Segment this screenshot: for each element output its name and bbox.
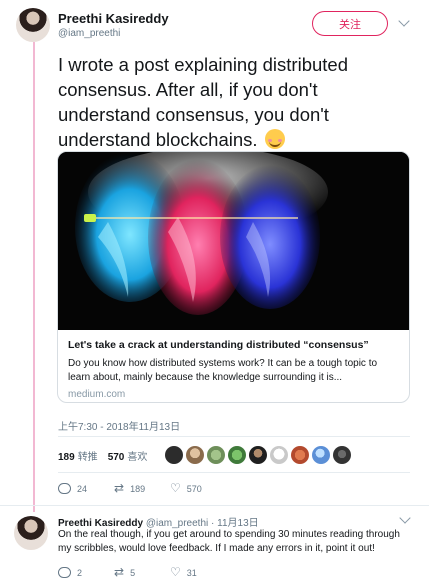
reply-text: On the real though, if you get around to…: [58, 529, 400, 554]
author-handle[interactable]: @iam_preethi: [58, 28, 120, 39]
thread-line: [33, 42, 35, 512]
liker-avatar[interactable]: [333, 446, 352, 464]
reply-action[interactable]: 2: [58, 567, 114, 578]
liker-avatar[interactable]: [228, 446, 247, 464]
tweet-actions: 24 ⇄ 189 ♡ 570: [58, 481, 226, 495]
author-avatar[interactable]: [16, 8, 50, 42]
liker-avatar[interactable]: [249, 446, 268, 464]
reply-icon: [58, 567, 71, 578]
liker-avatar[interactable]: [270, 446, 289, 464]
divider: [0, 505, 429, 506]
reply-count: 24: [77, 483, 88, 494]
liker-avatar[interactable]: [312, 446, 331, 464]
like-count: 570: [186, 483, 202, 494]
follow-button[interactable]: 关注: [312, 11, 388, 36]
tweet-text: I wrote a post explaining distributed co…: [58, 52, 408, 152]
card-description: Do you know how distributed systems work…: [68, 358, 378, 383]
retweet-action[interactable]: ⇄ 189: [114, 481, 170, 495]
reply-author-avatar[interactable]: [14, 516, 48, 550]
water-balloons-image: [58, 152, 409, 330]
chevron-down-icon[interactable]: [399, 512, 411, 524]
liker-avatar[interactable]: [207, 446, 226, 464]
likers-avatars: [165, 446, 354, 464]
retweets-count: 189: [58, 451, 75, 463]
reply-action[interactable]: 24: [58, 483, 114, 494]
retweet-count: 5: [130, 567, 136, 578]
chevron-down-icon[interactable]: [398, 15, 410, 27]
tweet-body: I wrote a post explaining distributed co…: [58, 54, 349, 150]
retweet-icon: ⇄: [114, 481, 125, 495]
retweet-action[interactable]: ⇄ 5: [114, 565, 170, 579]
heart-icon: ♡: [170, 481, 181, 495]
divider: [58, 436, 410, 437]
liker-avatar[interactable]: [186, 446, 205, 464]
tweet-timestamp[interactable]: 上午7:30 - 2018年11月13日: [58, 418, 180, 433]
reply-header: Preethi Kasireddy @iam_preethi · 11月13日: [58, 514, 259, 529]
like-action[interactable]: ♡ 31: [170, 565, 226, 579]
reply-icon: [58, 483, 71, 494]
card-domain[interactable]: medium.com: [68, 389, 399, 400]
retweet-count: 189: [130, 483, 146, 494]
retweets-label: 转推: [77, 451, 98, 463]
engagement-stats: 189 转推 570 喜欢: [58, 446, 354, 464]
heart-icon: ♡: [170, 565, 181, 579]
reply-actions: 2 ⇄ 5 ♡ 31: [58, 565, 226, 579]
card-image[interactable]: [58, 152, 409, 330]
divider: [58, 472, 410, 473]
liker-avatar[interactable]: [165, 446, 184, 464]
like-count: 31: [186, 567, 197, 578]
retweets-stat[interactable]: 189 转推: [58, 448, 98, 463]
author-name[interactable]: Preethi Kasireddy: [58, 11, 169, 26]
likes-label: 喜欢: [127, 451, 148, 463]
likes-stat[interactable]: 570 喜欢: [108, 448, 148, 463]
card-title[interactable]: Let's take a crack at understanding dist…: [68, 338, 399, 352]
retweet-icon: ⇄: [114, 565, 125, 579]
liker-avatar[interactable]: [291, 446, 310, 464]
reply-count: 2: [77, 567, 83, 578]
likes-count: 570: [107, 451, 125, 463]
smiling-face-emoji-icon: [264, 129, 285, 149]
link-card[interactable]: Let's take a crack at understanding dist…: [57, 151, 410, 403]
like-action[interactable]: ♡ 570: [170, 481, 226, 495]
